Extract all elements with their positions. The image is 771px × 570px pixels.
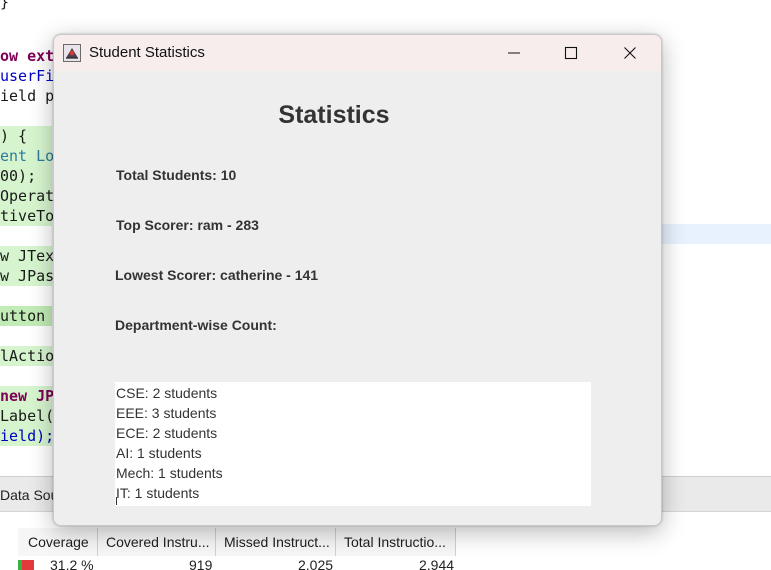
data-source-tab[interactable]: Data Sou bbox=[0, 487, 58, 503]
covered-instructions-column-header[interactable]: Covered Instru... bbox=[98, 528, 216, 556]
total-instructions-column-header[interactable]: Total Instructio... bbox=[336, 528, 456, 556]
code-line: userFi bbox=[0, 67, 55, 85]
department-count-line: CSE: 2 students bbox=[116, 385, 218, 401]
code-line: utton = bbox=[0, 306, 64, 326]
current-line-highlight bbox=[660, 224, 771, 244]
maximize-button[interactable] bbox=[543, 35, 599, 71]
department-count-line: AI: 1 students bbox=[116, 445, 202, 461]
coverage-table-row[interactable]: 31.2 % 919 2,025 2,944 bbox=[0, 556, 771, 570]
code-line: new JP bbox=[0, 386, 55, 406]
department-count-line: Mech: 1 students bbox=[116, 465, 223, 481]
code-line: Label( bbox=[0, 406, 55, 426]
code-line: w JText bbox=[0, 246, 64, 266]
total-students-label: Total Students: 10 bbox=[116, 167, 237, 183]
coverage-column-header[interactable]: Coverage bbox=[18, 528, 98, 556]
department-count-textarea[interactable]: CSE: 2 students EEE: 3 students ECE: 2 s… bbox=[115, 382, 591, 506]
coverage-table-header: Coverage Covered Instru... Missed Instru… bbox=[0, 528, 771, 556]
missed-instructions-column-header[interactable]: Missed Instruct... bbox=[216, 528, 336, 556]
text-caret bbox=[116, 497, 117, 505]
student-statistics-window: Student Statistics Statistics Total Stud… bbox=[53, 34, 662, 526]
top-scorer-label: Top Scorer: ram - 283 bbox=[116, 217, 259, 233]
code-line: ent Log bbox=[0, 146, 64, 166]
lowest-scorer-label: Lowest Scorer: catherine - 141 bbox=[115, 267, 319, 283]
code-line: } bbox=[0, 0, 10, 11]
total-count: 2,944 bbox=[419, 557, 455, 570]
minimize-button[interactable] bbox=[486, 35, 542, 71]
department-count-line: EEE: 3 students bbox=[116, 405, 217, 421]
code-line: w JPass bbox=[0, 266, 64, 286]
statistics-panel: Statistics Total Students: 10 Top Scorer… bbox=[54, 71, 661, 525]
department-count-label: Department-wise Count: bbox=[115, 317, 277, 333]
code-line: tiveTo bbox=[0, 206, 55, 226]
java-app-icon bbox=[63, 44, 81, 62]
title-bar[interactable]: Student Statistics bbox=[54, 35, 661, 71]
covered-count: 919 bbox=[189, 557, 213, 570]
code-line: ) { bbox=[0, 126, 52, 146]
code-line: lAction bbox=[0, 346, 64, 366]
page-title: Statistics bbox=[278, 101, 390, 129]
window-title: Student Statistics bbox=[89, 44, 205, 61]
close-button[interactable] bbox=[602, 35, 658, 71]
code-line: 00); bbox=[0, 166, 52, 186]
maximize-icon bbox=[564, 46, 578, 60]
code-line: ield); bbox=[0, 426, 55, 446]
coverage-bar-covered bbox=[18, 560, 22, 570]
minimize-icon bbox=[508, 52, 520, 54]
code-line: Operat bbox=[0, 186, 55, 206]
department-count-line: ECE: 2 students bbox=[116, 425, 218, 441]
department-count-line: IT: 1 students bbox=[116, 485, 200, 501]
coverage-percent: 31.2 % bbox=[50, 557, 94, 570]
missed-count: 2,025 bbox=[298, 557, 334, 570]
close-icon bbox=[624, 47, 636, 59]
